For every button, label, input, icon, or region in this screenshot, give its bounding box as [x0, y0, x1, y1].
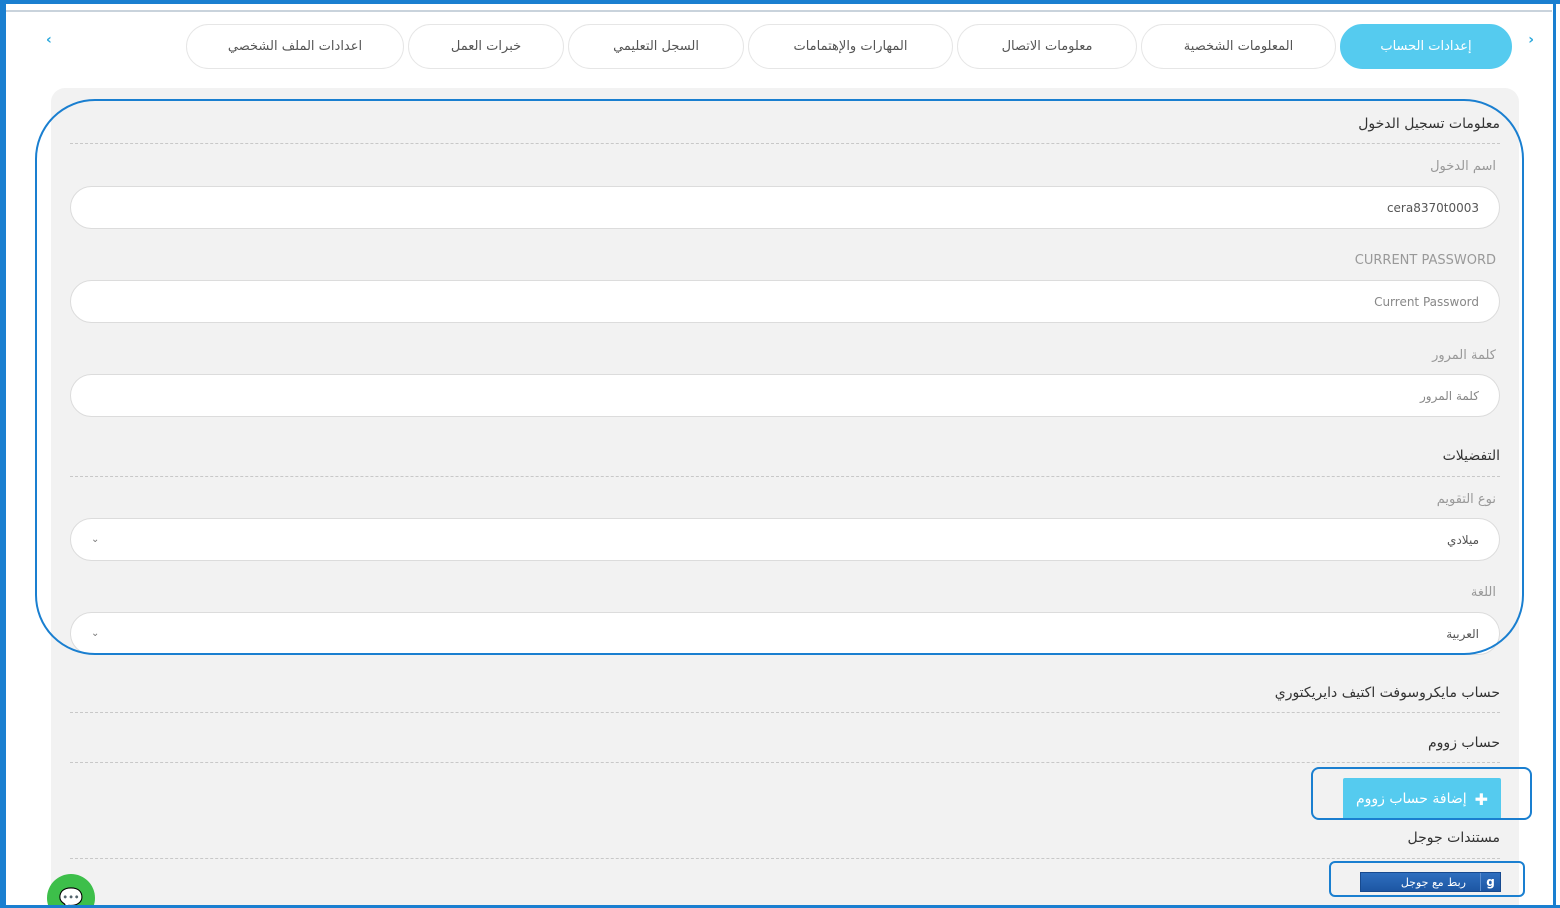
divider — [70, 712, 1500, 713]
tab-skills-interests[interactable]: المهارات والإهتمامات — [748, 24, 953, 69]
tab-profile-settings[interactable]: اعدادات الملف الشخصي — [186, 24, 404, 69]
zoom-account-title: حساب زووم — [1428, 735, 1500, 751]
google-docs-title: مستندات جوجل — [1407, 830, 1500, 846]
tabs-scroll-left-icon[interactable]: ‹ — [46, 32, 52, 48]
tab-work-experience[interactable]: خبرات العمل — [408, 24, 564, 69]
annotation-highlight-form — [35, 99, 1524, 655]
divider — [70, 858, 1500, 859]
window-frame-left — [0, 0, 6, 908]
window-frame-top — [0, 0, 1560, 4]
divider — [70, 762, 1500, 763]
tabs-scroll-right-icon[interactable]: › — [1528, 32, 1534, 48]
annotation-highlight-google — [1329, 861, 1525, 897]
annotation-highlight-zoom — [1311, 767, 1532, 820]
tab-account-settings[interactable]: إعدادات الحساب — [1340, 24, 1512, 69]
microsoft-ad-title: حساب مايكروسوفت اكتيف دايريكتوري — [1274, 685, 1500, 701]
tab-education-history[interactable]: السجل التعليمي — [568, 24, 744, 69]
tab-bar: إعدادات الحساب المعلومات الشخصية معلومات… — [178, 24, 1512, 70]
tab-contact-info[interactable]: معلومات الاتصال — [957, 24, 1137, 69]
window-frame-right — [1553, 0, 1556, 908]
window-frame-line — [0, 10, 1552, 12]
tab-personal-info[interactable]: المعلومات الشخصية — [1141, 24, 1336, 69]
